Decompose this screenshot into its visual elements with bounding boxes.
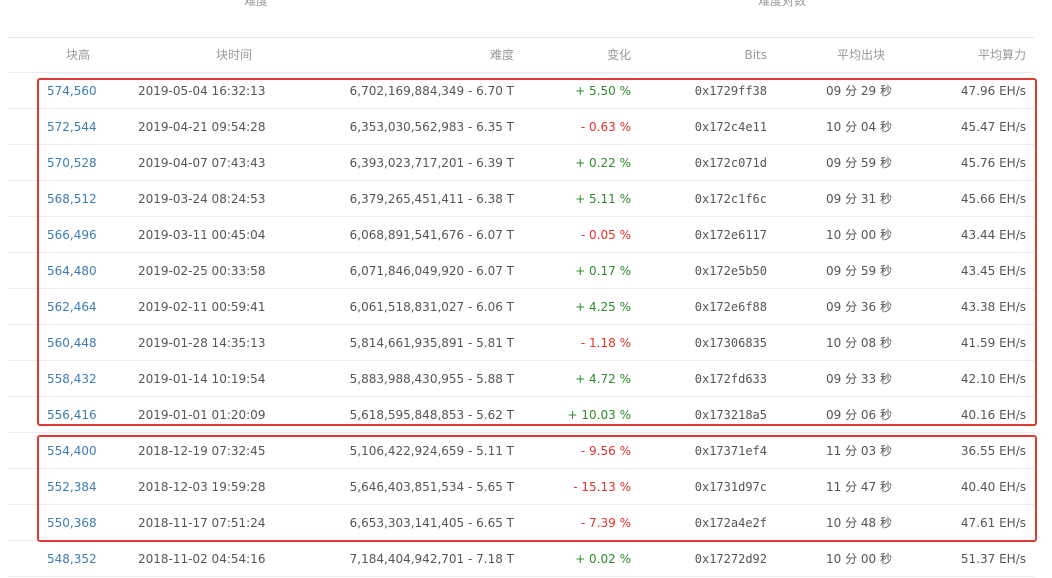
header-difficulty[interactable]: 难度	[490, 37, 514, 73]
block-time: 2018-11-02 04:54:16	[138, 552, 266, 566]
header-block-time[interactable]: 块时间	[216, 37, 252, 73]
block-height-link[interactable]: 548,352	[47, 541, 97, 577]
header-bits[interactable]: Bits	[744, 37, 767, 73]
log-difficulty-tab-label[interactable]: 难度对数	[758, 0, 806, 9]
header-change[interactable]: 变化	[607, 37, 631, 73]
bits-value: 0x17272d92	[694, 552, 767, 566]
table-header: 块高 块时间 难度 变化 Bits 平均出块 平均算力	[0, 37, 1052, 73]
row-divider	[8, 576, 1034, 577]
difficulty-value: 7,184,404,942,701 - 7.18 T	[349, 552, 514, 566]
difficulty-tab-label[interactable]: 难度	[244, 0, 268, 9]
table-row: 548,352 2018-11-02 04:54:16 7,184,404,942,…	[0, 541, 1052, 577]
header-height[interactable]: 块高	[66, 37, 90, 73]
avg-hashrate: 51.37 EH/s	[960, 552, 1026, 566]
avg-block-time: 10 分 00 秒	[826, 552, 892, 566]
header-avg-hashrate[interactable]: 平均算力	[978, 37, 1026, 73]
change-value: + 0.02 %	[575, 552, 631, 566]
highlight-box-2019	[37, 78, 1037, 426]
header-avg-block-time[interactable]: 平均出块	[837, 37, 885, 73]
highlight-box-2018	[37, 435, 1037, 542]
